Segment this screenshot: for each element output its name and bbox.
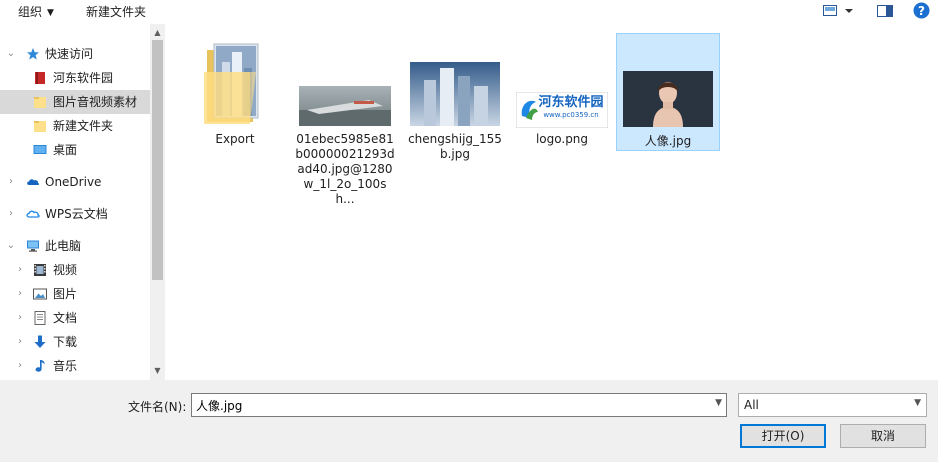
computer-icon xyxy=(27,240,39,252)
preview-pane-icon xyxy=(877,5,893,17)
nav-quick-access[interactable]: ⌄ 快速访问 xyxy=(0,42,150,66)
nav-onedrive[interactable]: › OneDrive xyxy=(0,170,150,194)
nav-videos[interactable]: › 视频 xyxy=(0,258,150,282)
nav-label: 河东软件园 xyxy=(53,71,114,85)
svg-text:?: ? xyxy=(918,4,925,18)
nav-downloads[interactable]: › 下载 xyxy=(0,330,150,354)
image-thumbnail xyxy=(410,62,500,126)
desktop-icon xyxy=(33,145,47,154)
logo-text-block: 河东软件园 www.pc0359.cn xyxy=(510,95,614,120)
music-icon xyxy=(35,360,45,372)
navigation-pane: ⌄ 快速访问 河东软件园 图片音视频素材 新建文件夹 桌面 › OneDrive… xyxy=(0,24,165,380)
scroll-down-icon[interactable]: ▼ xyxy=(150,364,165,378)
caret-down-icon: ▼ xyxy=(47,8,54,18)
pictures-icon xyxy=(33,288,47,300)
toolbar: 组织 ▼ 新建文件夹 ? xyxy=(0,0,938,24)
logo-url: www.pc0359.cn xyxy=(543,111,599,119)
preview-pane-button[interactable] xyxy=(876,3,894,19)
chevron-right-icon[interactable]: › xyxy=(15,306,25,330)
file-item-chengshijg[interactable]: chengshijg_155b.jpg xyxy=(403,32,507,161)
filetype-value: All xyxy=(744,398,759,412)
image-thumbnail xyxy=(299,86,391,126)
nav-new-folder[interactable]: 新建文件夹 xyxy=(0,114,150,138)
portrait-thumbnail xyxy=(623,71,713,127)
nav-label: 图片 xyxy=(53,287,78,301)
nav-wps-cloud[interactable]: › WPS云文档 xyxy=(0,202,150,226)
file-name: 人像.jpg xyxy=(644,134,692,148)
nav-label: OneDrive xyxy=(45,175,102,189)
nav-label: 此电脑 xyxy=(45,239,82,253)
nav-label: WPS云文档 xyxy=(45,207,108,221)
chevron-right-icon[interactable]: › xyxy=(15,354,25,378)
file-name: logo.png xyxy=(535,132,589,146)
nav-label: 图片音视频素材 xyxy=(53,95,138,109)
nav-media-folder[interactable]: 图片音视频素材 xyxy=(0,90,150,114)
folder-icon xyxy=(34,97,46,108)
scroll-up-icon[interactable]: ▲ xyxy=(150,26,165,40)
logo-title: 河东软件园 xyxy=(538,95,604,110)
nav-documents[interactable]: › 文档 xyxy=(0,306,150,330)
open-button[interactable]: 打开(O) xyxy=(740,424,826,448)
file-open-dialog: 组织 ▼ 新建文件夹 ? ⌄ 快速访问 河东软件园 图片音视频素材 新建文件夹 … xyxy=(0,0,938,462)
download-icon xyxy=(34,335,46,348)
wps-cloud-icon xyxy=(26,210,40,218)
file-item-01ebec[interactable]: 01ebec5985e81b00000021293dad40.jpg@1280w… xyxy=(293,32,397,206)
file-list: Export 01ebec5985e81b00000021293dad40.jp… xyxy=(165,24,938,380)
scrollbar-thumb[interactable] xyxy=(152,40,163,280)
organize-button[interactable]: 组织 ▼ xyxy=(18,3,54,21)
chevron-right-icon[interactable]: › xyxy=(15,330,25,354)
chevron-down-icon[interactable]: ⌄ xyxy=(6,234,16,258)
dialog-footer: 文件名(N): ▼ All ▼ 打开(O) 取消 xyxy=(0,380,938,462)
nav-this-pc[interactable]: ⌄ 此电脑 xyxy=(0,234,150,258)
file-name: Export xyxy=(215,132,255,146)
nav-label: 新建文件夹 xyxy=(53,119,114,133)
file-item-portrait[interactable]: 人像.jpg xyxy=(616,33,720,151)
cloud-icon xyxy=(27,179,40,185)
filename-input[interactable] xyxy=(196,396,704,414)
help-button[interactable]: ? xyxy=(913,2,930,19)
chevron-right-icon[interactable]: › xyxy=(6,170,16,194)
video-icon xyxy=(34,264,46,276)
nav-label: 桌面 xyxy=(53,143,78,157)
nav-desktop[interactable]: 桌面 xyxy=(0,138,150,162)
nav-label: 下载 xyxy=(53,335,78,349)
star-icon xyxy=(27,48,39,60)
nav-label: 音乐 xyxy=(53,359,78,373)
view-options-button[interactable] xyxy=(822,3,856,19)
file-item-export[interactable]: Export xyxy=(183,32,287,150)
chevron-right-icon[interactable]: › xyxy=(15,258,25,282)
folder-icon xyxy=(34,121,46,132)
nav-label: 视频 xyxy=(53,263,78,277)
chevron-down-icon[interactable]: ▼ xyxy=(715,398,722,408)
nav-scrollbar[interactable]: ▲ ▼ xyxy=(150,24,165,380)
help-icon: ? xyxy=(913,2,930,19)
file-name: chengshijg_155b.jpg xyxy=(408,132,502,161)
filetype-select[interactable]: All ▼ xyxy=(738,393,927,417)
view-icon xyxy=(823,5,853,16)
nav-hedong[interactable]: 河东软件园 xyxy=(0,66,150,90)
filename-label: 文件名(N): xyxy=(128,400,187,414)
nav-music[interactable]: › 音乐 xyxy=(0,354,150,378)
chevron-down-icon[interactable]: ⌄ xyxy=(6,42,16,66)
folder-thumbnail xyxy=(204,43,259,124)
chevron-down-icon: ▼ xyxy=(914,398,921,408)
chevron-right-icon[interactable]: › xyxy=(15,282,25,306)
documents-icon xyxy=(34,311,46,325)
filename-combobox[interactable]: ▼ xyxy=(191,393,727,417)
file-item-logo[interactable]: 河东软件园 www.pc0359.cn logo.png xyxy=(510,32,614,150)
file-name: 01ebec5985e81b00000021293dad40.jpg@1280w… xyxy=(295,132,395,206)
nav-label: 快速访问 xyxy=(45,47,94,61)
new-folder-button[interactable]: 新建文件夹 xyxy=(86,3,146,21)
cancel-button[interactable]: 取消 xyxy=(840,424,926,448)
nav-label: 文档 xyxy=(53,311,78,325)
red-book-icon xyxy=(35,72,45,84)
nav-pictures[interactable]: › 图片 xyxy=(0,282,150,306)
organize-label: 组织 xyxy=(18,5,43,19)
chevron-right-icon[interactable]: › xyxy=(6,202,16,226)
